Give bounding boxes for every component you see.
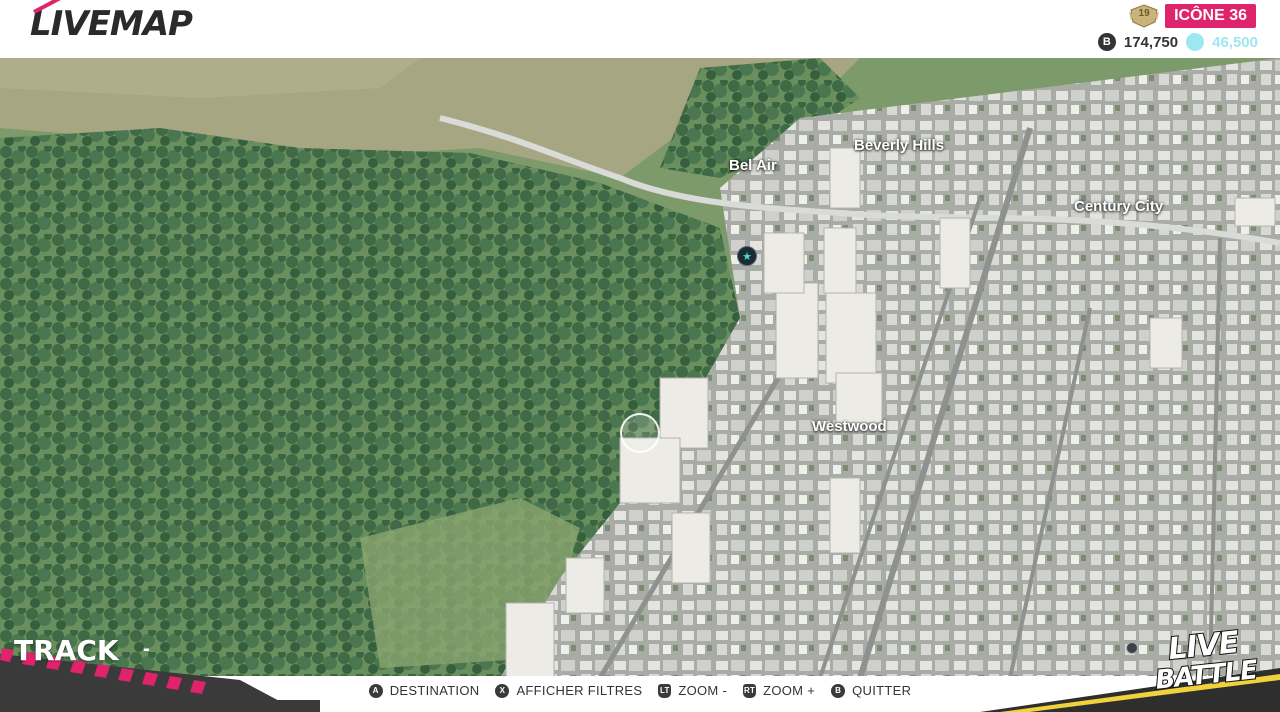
- currency-display: B 174,750 46,500: [1097, 33, 1258, 51]
- hint-show-filters[interactable]: X AFFICHER FILTRES: [495, 683, 642, 698]
- star-icon[interactable]: ★: [737, 246, 757, 266]
- hint-destination[interactable]: A DESTINATION: [368, 683, 480, 698]
- right-trigger-icon: RT: [743, 683, 757, 698]
- hint-quit[interactable]: B QUITTER: [831, 683, 911, 698]
- rank-label-badge: ICÔNE 36: [1165, 4, 1256, 28]
- district-label-westwood: Westwood: [812, 418, 887, 435]
- hint-label: ZOOM -: [678, 683, 728, 698]
- hint-zoom-in[interactable]: RT ZOOM +: [743, 683, 815, 698]
- top-bar: LIVEMAP 19 ICÔNE 36 B 174,750 46,500: [0, 0, 1280, 58]
- district-label-beverly-hills: Beverly Hills: [854, 137, 945, 154]
- hint-label: DESTINATION: [389, 683, 480, 698]
- player-rank: 19 ICÔNE 36: [1129, 4, 1256, 28]
- hint-label: ZOOM +: [763, 683, 816, 698]
- rank-medal-icon: 19: [1129, 4, 1160, 28]
- a-button-icon: A: [368, 683, 383, 698]
- district-label-century-city: Century City: [1074, 198, 1164, 215]
- left-trigger-icon: LT: [658, 683, 672, 698]
- livemap-logo: LIVEMAP: [30, 4, 193, 44]
- hint-zoom-out[interactable]: LT ZOOM -: [658, 683, 727, 698]
- crew-value: 46,500: [1212, 33, 1258, 51]
- map-terrain: [0, 58, 1280, 678]
- track-name: -: [143, 638, 150, 660]
- rank-number: 19: [1138, 8, 1150, 19]
- live-battle-logo: LIVE BATTLE: [1149, 624, 1271, 702]
- hint-label: AFFICHER FILTRES: [516, 683, 643, 698]
- track-label: TRACK: [14, 634, 119, 667]
- map-view[interactable]: Bel Air Beverly Hills Century City Westw…: [0, 58, 1280, 678]
- district-label-bel-air: Bel Air: [729, 157, 777, 174]
- money-value: 174,750: [1123, 33, 1179, 51]
- control-hints: A DESTINATION X AFFICHER FILTRES LT ZOOM…: [0, 683, 1280, 698]
- crew-coin-icon: [1186, 33, 1205, 51]
- hint-label: QUITTER: [852, 683, 912, 698]
- b-button-icon: B: [831, 683, 846, 698]
- bucks-coin-icon: B: [1097, 33, 1116, 51]
- map-cursor[interactable]: [620, 413, 660, 453]
- x-button-icon: X: [495, 683, 510, 698]
